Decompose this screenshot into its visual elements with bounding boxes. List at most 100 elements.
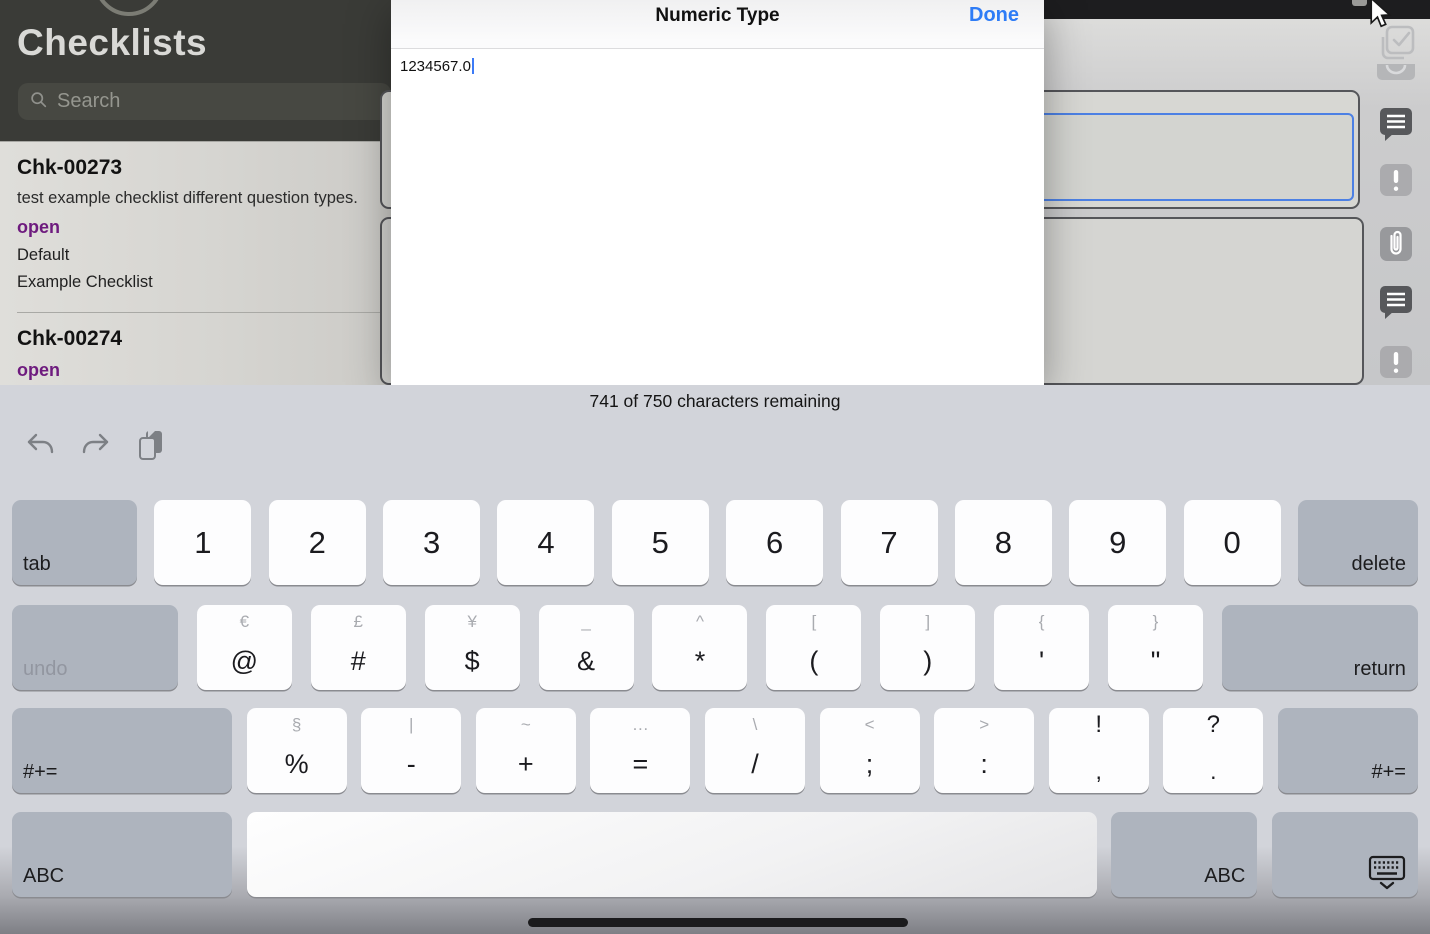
key-9[interactable]: 9 — [1069, 500, 1167, 585]
key-alt-char: | — [408, 715, 414, 734]
key-7[interactable]: 7 — [840, 500, 938, 585]
checklist-item[interactable]: Chk-00273 test example checklist differen… — [0, 142, 391, 312]
key-5[interactable]: 5 — [611, 500, 709, 585]
key-ABC[interactable]: ABC — [1111, 812, 1258, 897]
numeric-input-area[interactable]: 1234567.0 — [391, 49, 1044, 386]
checklist-id: Chk-00274 — [17, 327, 123, 350]
attachment-icon[interactable] — [1378, 225, 1414, 268]
page-title: Checklists — [17, 22, 208, 63]
key-3[interactable]: 3 — [383, 500, 481, 585]
key-#+=[interactable]: #+= — [12, 708, 232, 793]
numeric-field-value: 1234567.0 — [400, 58, 474, 75]
key-:[interactable]: >: — [934, 708, 1035, 793]
key-main-char: " — [1150, 646, 1161, 676]
clock-icon[interactable] — [1377, 57, 1415, 85]
key-alt-char: ¥ — [467, 612, 477, 631]
key-%[interactable]: §% — [246, 708, 347, 793]
key-2[interactable]: 2 — [268, 500, 366, 585]
key-main-char: 5 — [651, 524, 669, 560]
key-main-char: * — [694, 646, 706, 676]
key-)[interactable]: ]) — [880, 605, 976, 690]
key-alt-char: } — [1152, 612, 1159, 631]
key-tab[interactable]: tab — [12, 500, 137, 585]
key-main-char: - — [406, 749, 416, 779]
key--[interactable]: | - — [361, 708, 462, 793]
key-+[interactable]: ~ + — [475, 708, 576, 793]
home-indicator[interactable] — [528, 918, 908, 927]
key-dismiss[interactable] — [1271, 812, 1418, 897]
key-space[interactable] — [246, 812, 1097, 897]
comment-icon[interactable] — [1378, 106, 1414, 147]
key-main-char: 0 — [1223, 524, 1241, 560]
key-main-char: 8 — [994, 524, 1012, 560]
key-main-char: , — [1095, 758, 1102, 784]
key-main-char: ; — [865, 749, 874, 779]
comment-icon[interactable] — [1378, 284, 1414, 325]
alert-icon[interactable] — [1378, 162, 1414, 203]
key-*[interactable]: ^ * — [652, 605, 748, 690]
key-alt-char: § — [291, 715, 302, 734]
key-main-char: $ — [464, 646, 480, 676]
alert-icon[interactable] — [1378, 344, 1414, 385]
key-main-char: / — [751, 749, 759, 779]
key-alt-char: € — [239, 612, 250, 631]
key-#[interactable]: £ # — [310, 605, 406, 690]
key-&[interactable]: _ & — [538, 605, 634, 690]
key-main-char: 6 — [766, 524, 784, 560]
key-label: #+= — [1371, 761, 1406, 783]
key-#+=[interactable]: #+= — [1277, 708, 1418, 793]
key-ABC[interactable]: ABC — [12, 812, 232, 897]
key-return[interactable]: return — [1221, 605, 1418, 690]
checklist-id: Chk-00273 — [17, 156, 123, 179]
key-label: undo — [23, 658, 68, 680]
key-;[interactable]: <; — [819, 708, 920, 793]
key-label: return — [1353, 658, 1406, 680]
key-1[interactable]: 1 — [154, 500, 252, 585]
redo-button[interactable] — [80, 431, 112, 465]
key-label: #+= — [23, 761, 58, 783]
key-undo[interactable]: undo — [12, 605, 178, 690]
checklist-item[interactable]: Chk-00274 open — [0, 313, 391, 385]
key-alt-char: ^ — [695, 612, 704, 631]
key-'[interactable]: {' — [994, 605, 1090, 690]
done-button[interactable]: Done — [969, 4, 1019, 27]
key-([interactable]: [( — [766, 605, 862, 690]
keyboard-row: ABC ABC — [12, 812, 1418, 897]
key-0[interactable]: 0 — [1183, 500, 1281, 585]
key-delete[interactable]: delete — [1297, 500, 1418, 585]
key-alt-char: [ — [811, 612, 817, 631]
keyboard-row: tab 1 2 3 4 5 6 7 8 9 0 delete — [12, 500, 1418, 585]
keyboard-toolbar — [24, 430, 168, 465]
search-input[interactable]: Search — [18, 83, 391, 120]
avatar[interactable] — [94, 0, 164, 16]
checklist-description: test example checklist different questio… — [17, 189, 358, 207]
status-badge: open — [17, 217, 60, 237]
char-counter: 741 of 750 characters remaining — [589, 391, 841, 411]
key-main-char: 1 — [194, 524, 212, 560]
key-label: ABC — [23, 865, 65, 887]
key-,[interactable]: !, — [1048, 708, 1149, 793]
key-main-char: % — [284, 749, 309, 779]
key-main-char: & — [577, 646, 596, 676]
key-main-char: 2 — [308, 524, 326, 560]
keyboard-row: #+= §% | - ~ +… = \ / <; >:!,?. #+= — [12, 708, 1418, 793]
key-6[interactable]: 6 — [726, 500, 824, 585]
key-/[interactable]: \ / — [704, 708, 805, 793]
key-"[interactable]: } " — [1108, 605, 1204, 690]
key-.[interactable]: ?. — [1163, 708, 1264, 793]
key-main-char: 7 — [880, 524, 898, 560]
numeric-type-modal: Numeric Type Done 1234567.0 — [391, 0, 1044, 386]
undo-button[interactable] — [24, 431, 56, 465]
key-@[interactable]: € @ — [196, 605, 292, 690]
key-main-char: : — [980, 749, 988, 779]
key-4[interactable]: 4 — [497, 500, 595, 585]
modal-header: Numeric Type Done — [391, 0, 1044, 49]
key-alt-char: _ — [581, 612, 591, 631]
key-8[interactable]: 8 — [954, 500, 1052, 585]
key-$[interactable]: ¥ $ — [424, 605, 520, 690]
paste-button[interactable] — [136, 430, 168, 465]
key-main-char: @ — [230, 646, 259, 676]
checklist-list: Chk-00273 test example checklist differen… — [0, 141, 391, 385]
key-alt-char: ! — [1095, 711, 1103, 738]
key-=[interactable]: … = — [590, 708, 691, 793]
